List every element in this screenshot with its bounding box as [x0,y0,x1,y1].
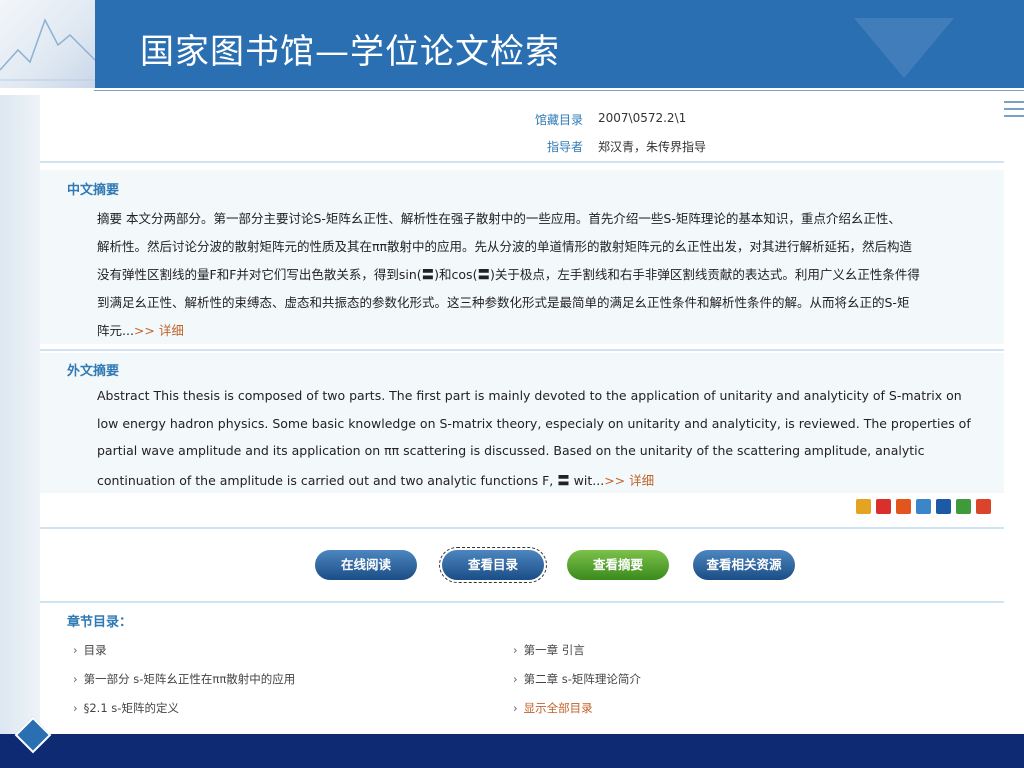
abstract-zh-line: 没有弹性区割线的量F和F并对它们写出色散关系，得到sin(〓)和cos(〓)关于… [97,267,920,282]
abstract-en-line: Abstract This thesis is composed of two … [97,388,962,403]
header-decoration [0,0,95,88]
slide-header: 国家图书馆—学位论文检索 [0,0,1024,88]
show-all-toc-link[interactable]: › 显示全部目录 [513,700,593,716]
abstract-en-line: low energy hadron physics. Some basic kn… [97,416,971,431]
kaixin-icon[interactable] [916,499,931,514]
read-online-button[interactable]: 在线阅读 [315,550,417,580]
abstract-en-section: 外文摘要 Abstract This thesis is composed of… [40,353,1004,493]
abstract-en-line: continuation of the amplitude is carried… [97,473,605,488]
advisor-label: 指导者 [546,140,583,154]
call-number-label: 馆藏目录 [534,113,583,127]
header-triangle-decoration [854,18,954,78]
advisor-value: 郑汉青，朱传界指导 [598,140,707,154]
abstract-zh-line: 阵元... [97,323,134,338]
header-divider [94,90,1024,91]
divider [40,527,1004,529]
chevron-right-icon: › [513,701,518,715]
toc-item-label: 第二章 s-矩阵理论简介 [523,672,641,686]
qzone-icon[interactable] [856,499,871,514]
divider [40,349,1004,351]
abstract-zh-line: 到满足幺正性、解析性的束缚态、虚态和共振态的参数化形式。这三种参数化形式是最简单… [97,295,910,310]
toc-item-label: 第一章 引言 [523,643,585,657]
toc-item[interactable]: › §2.1 s-矩阵的定义 [73,700,179,716]
show-all-toc-label: 显示全部目录 [523,701,593,715]
chevron-right-icon: › [73,672,78,686]
abstract-zh-last-line: 阵元...>> 详细 [97,320,1002,339]
toc-title: 章节目录： [67,615,133,630]
divider [40,601,1004,603]
call-number-value: 2007\0572.2\1 [598,111,687,125]
more-icon[interactable] [976,499,991,514]
share-bar [856,499,996,518]
view-abstract-button[interactable]: 查看摘要 [567,550,669,580]
abstract-zh-section: 中文摘要 摘要 本文分两部分。第一部分主要讨论S-矩阵幺正性、解析性在强子散射中… [40,170,1004,344]
slide-title: 国家图书馆—学位论文检索 [140,32,560,72]
abstract-en-last-line: continuation of the amplitude is carried… [97,470,1002,489]
toc-item[interactable]: › 目录 [73,642,107,658]
chevron-right-icon: › [73,643,78,657]
abstract-zh-line: 摘要 本文分两部分。第一部分主要讨论S-矩阵幺正性、解析性在强子散射中的一些应用… [97,211,901,226]
view-toc-button[interactable]: 查看目录 [439,547,547,583]
chevron-right-icon: › [513,672,518,686]
abstract-en-line: partial wave amplitude and its applicati… [97,443,925,458]
toc-item-label: 第一部分 s-矩阵幺正性在ππ散射中的应用 [83,672,296,686]
abstract-en-more-link[interactable]: >> 详细 [604,473,654,488]
divider [40,161,1004,163]
renren-icon[interactable] [936,499,951,514]
douban-icon[interactable] [956,499,971,514]
slide-footer [0,734,1024,768]
menu-icon[interactable] [1004,96,1024,118]
chart-line-decoration-icon [0,18,95,81]
left-decoration-bar [0,95,40,735]
toc-item[interactable]: › 第一部分 s-矩阵幺正性在ππ散射中的应用 [73,671,295,687]
chevron-right-icon: › [73,701,78,715]
screenshot-content: 馆藏目录 2007\0572.2\1 指导者 郑汉青，朱传界指导 中文摘要 摘要… [40,95,1004,735]
weibo-icon[interactable] [876,499,891,514]
abstract-zh-title: 中文摘要 [67,183,120,198]
chevron-right-icon: › [513,643,518,657]
abstract-en-title: 外文摘要 [67,364,120,379]
toc-item[interactable]: › 第二章 s-矩阵理论简介 [513,671,641,687]
view-related-button[interactable]: 查看相关资源 [693,550,795,580]
abstract-zh-line: 解析性。然后讨论分波的散射矩阵元的性质及其在ππ散射中的应用。先从分波的单道情形… [97,239,913,254]
tieba-icon[interactable] [896,499,911,514]
toc-item-label: 目录 [83,643,107,657]
toc-item-label: §2.1 s-矩阵的定义 [83,701,179,715]
abstract-zh-more-link[interactable]: >> 详细 [134,323,184,338]
toc-item[interactable]: › 第一章 引言 [513,642,585,658]
